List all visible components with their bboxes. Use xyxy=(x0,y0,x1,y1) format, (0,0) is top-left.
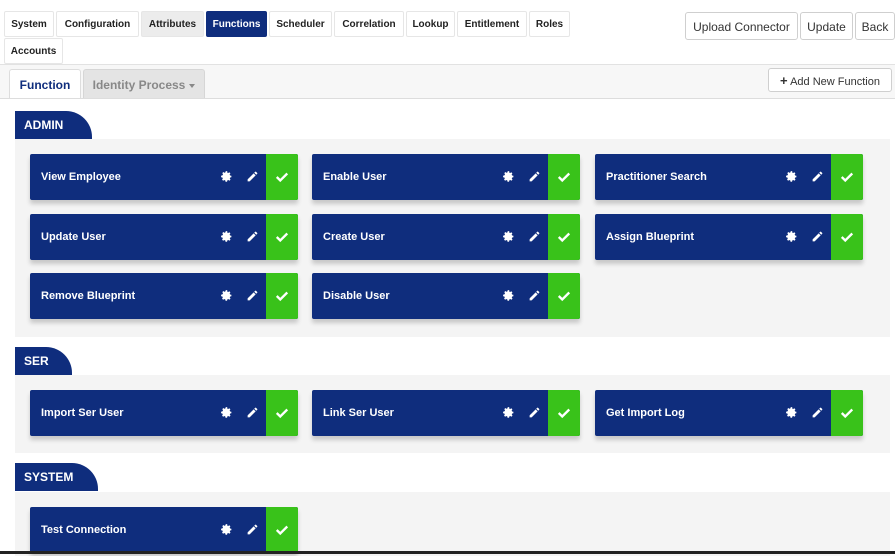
pencil-icon[interactable] xyxy=(246,170,259,183)
enabled-toggle[interactable] xyxy=(831,390,863,436)
tab-attributes[interactable]: Attributes xyxy=(141,11,204,37)
tab-correlation[interactable]: Correlation xyxy=(334,11,404,37)
check-icon xyxy=(557,232,571,243)
tab-accounts[interactable]: Accounts xyxy=(4,38,63,64)
pencil-icon[interactable] xyxy=(528,406,541,419)
pencil-icon[interactable] xyxy=(811,406,824,419)
gear-icon[interactable] xyxy=(220,406,233,419)
function-name: Create User xyxy=(323,231,385,243)
enabled-toggle[interactable] xyxy=(548,273,580,319)
top-toolbar: System Configuration Attributes Function… xyxy=(0,0,895,64)
function-name: Test Connection xyxy=(41,524,127,536)
pencil-icon[interactable] xyxy=(246,230,259,243)
subtab-identity-process[interactable]: Identity Process xyxy=(83,69,205,99)
function-name: Link Ser User xyxy=(323,407,394,419)
gear-icon[interactable] xyxy=(785,230,798,243)
function-card-import-ser-user[interactable]: Import Ser User xyxy=(30,390,298,436)
check-icon xyxy=(557,291,571,302)
subtab-identity-process-label: Identity Process xyxy=(92,78,186,92)
enabled-toggle[interactable] xyxy=(266,214,298,260)
function-name: Update User xyxy=(41,231,106,243)
gear-icon[interactable] xyxy=(785,170,798,183)
enabled-toggle[interactable] xyxy=(831,154,863,200)
enabled-toggle[interactable] xyxy=(266,507,298,553)
functions-panel: Function Identity Process + Add New Func… xyxy=(0,64,895,556)
tab-scheduler[interactable]: Scheduler xyxy=(269,11,332,37)
enabled-toggle[interactable] xyxy=(266,390,298,436)
plus-icon: + xyxy=(780,73,788,88)
pencil-icon[interactable] xyxy=(246,523,259,536)
update-button[interactable]: Update xyxy=(800,12,853,40)
function-name: Assign Blueprint xyxy=(606,231,695,243)
group-header-system: SYSTEM xyxy=(15,463,98,491)
subtab-function[interactable]: Function xyxy=(9,69,81,99)
gear-icon[interactable] xyxy=(785,406,798,419)
add-new-function-label: Add New Function xyxy=(790,76,880,88)
tab-entitlement[interactable]: Entitlement xyxy=(457,11,527,37)
function-card-get-import-log[interactable]: Get Import Log xyxy=(595,390,863,436)
pencil-icon[interactable] xyxy=(246,289,259,302)
pencil-icon[interactable] xyxy=(811,230,824,243)
function-card-link-ser-user[interactable]: Link Ser User xyxy=(312,390,580,436)
enabled-toggle[interactable] xyxy=(266,154,298,200)
gear-icon[interactable] xyxy=(220,523,233,536)
gear-icon[interactable] xyxy=(502,289,515,302)
check-icon xyxy=(275,172,289,183)
function-card-enable-user[interactable]: Enable User xyxy=(312,154,580,200)
gear-icon[interactable] xyxy=(502,170,515,183)
function-name: Get Import Log xyxy=(606,407,685,419)
enabled-toggle[interactable] xyxy=(548,154,580,200)
pencil-icon[interactable] xyxy=(528,289,541,302)
gear-icon[interactable] xyxy=(220,230,233,243)
check-icon xyxy=(275,408,289,419)
check-icon xyxy=(275,232,289,243)
back-button[interactable]: Back xyxy=(855,12,895,40)
check-icon xyxy=(840,408,854,419)
gear-icon[interactable] xyxy=(220,289,233,302)
function-name: View Employee xyxy=(41,171,121,183)
function-name: Practitioner Search xyxy=(606,171,707,183)
tab-system[interactable]: System xyxy=(4,11,54,37)
pencil-icon[interactable] xyxy=(528,170,541,183)
enabled-toggle[interactable] xyxy=(548,214,580,260)
function-card-test-connection[interactable]: Test Connection xyxy=(30,507,298,553)
group-header-admin: ADMIN xyxy=(15,111,92,139)
pencil-icon[interactable] xyxy=(528,230,541,243)
tab-roles[interactable]: Roles xyxy=(529,11,570,37)
tab-configuration[interactable]: Configuration xyxy=(56,11,139,37)
function-card-remove-blueprint[interactable]: Remove Blueprint xyxy=(30,273,298,319)
gear-icon[interactable] xyxy=(502,230,515,243)
function-card-assign-blueprint[interactable]: Assign Blueprint xyxy=(595,214,863,260)
function-groups: ADMIN SER SYSTEM View Employee Enable Us… xyxy=(0,98,895,556)
caret-down-icon xyxy=(189,83,196,88)
check-icon xyxy=(275,525,289,536)
function-card-create-user[interactable]: Create User xyxy=(312,214,580,260)
function-card-view-employee[interactable]: View Employee xyxy=(30,154,298,200)
function-name: Import Ser User xyxy=(41,407,124,419)
group-header-ser: SER xyxy=(15,347,72,375)
function-card-disable-user[interactable]: Disable User xyxy=(312,273,580,319)
function-name: Enable User xyxy=(323,171,387,183)
upload-connector-button[interactable]: Upload Connector xyxy=(685,12,798,40)
check-icon xyxy=(840,172,854,183)
enabled-toggle[interactable] xyxy=(831,214,863,260)
pencil-icon[interactable] xyxy=(811,170,824,183)
function-card-practitioner-search[interactable]: Practitioner Search xyxy=(595,154,863,200)
pencil-icon[interactable] xyxy=(246,406,259,419)
gear-icon[interactable] xyxy=(502,406,515,419)
function-name: Remove Blueprint xyxy=(41,290,136,302)
function-name: Disable User xyxy=(323,290,390,302)
enabled-toggle[interactable] xyxy=(548,390,580,436)
function-card-update-user[interactable]: Update User xyxy=(30,214,298,260)
gear-icon[interactable] xyxy=(220,170,233,183)
check-icon xyxy=(557,172,571,183)
add-new-function-button[interactable]: + Add New Function xyxy=(768,68,892,92)
tab-lookup[interactable]: Lookup xyxy=(406,11,455,37)
check-icon xyxy=(557,408,571,419)
enabled-toggle[interactable] xyxy=(266,273,298,319)
tab-functions[interactable]: Functions xyxy=(206,11,267,37)
check-icon xyxy=(840,232,854,243)
check-icon xyxy=(275,291,289,302)
